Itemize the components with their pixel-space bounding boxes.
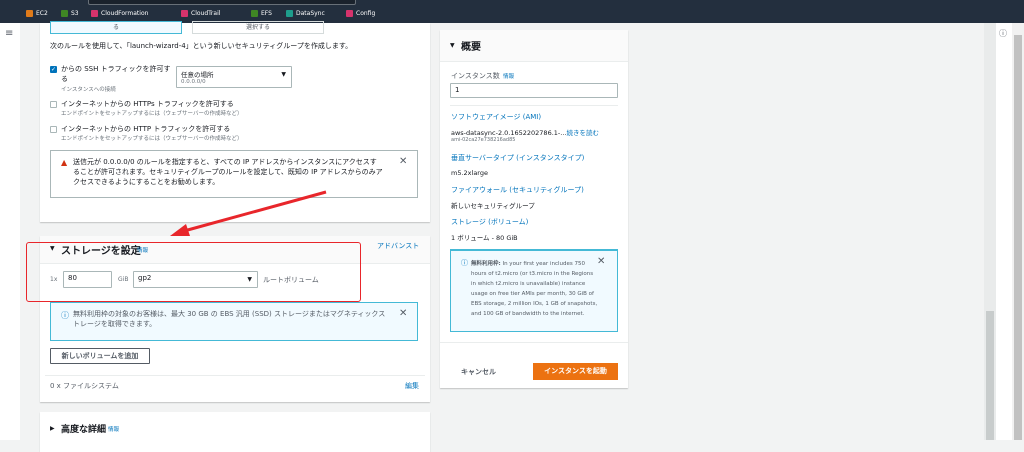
add-volume-button[interactable]: 新しいボリュームを追加 [50, 348, 150, 364]
warning-alert: ▲ 送信元が 0.0.0.0/0 のルールを指定すると、すべての IP アドレス… [50, 150, 418, 198]
bookmark-config[interactable]: Config [346, 10, 375, 17]
bookmark-icon [91, 10, 98, 17]
bookmark-efs[interactable]: EFS [251, 10, 272, 17]
bookmark-label: EC2 [36, 10, 48, 17]
warning-icon: ▲ [61, 158, 68, 167]
rule-description: 次のルールを使用して、「launch-wizard-4」という新しいセキュリティ… [50, 42, 353, 50]
free-tier-body: In your first year includes 750 hours of… [471, 261, 598, 317]
caret-down-icon[interactable]: ▼ [450, 42, 455, 49]
source-cidr: 0.0.0.0/0 [181, 79, 206, 85]
tools-panel: ⓘ [996, 23, 1012, 440]
page-scrollbar[interactable] [984, 23, 996, 440]
top-nav-bar: EC2 S3 CloudFormation CloudTrail EFS DataSync… [0, 0, 1024, 23]
instances-input[interactable]: 1 [450, 83, 618, 98]
storage-value: 1 ボリューム - 80 GiB [451, 234, 518, 242]
bookmark-label: S3 [71, 10, 79, 17]
info-icon: ⓘ [61, 311, 69, 320]
ami-value: aws-datasync-2.0.1652202786.1-... [451, 129, 567, 137]
divider [45, 375, 425, 376]
search-input[interactable] [88, 0, 356, 5]
summary-header: ▼ 概要 [440, 30, 628, 62]
firewall-link[interactable]: ファイアウォール (セキュリティグループ) [451, 185, 584, 195]
launch-instance-button[interactable]: インスタンスを起動 [533, 363, 618, 380]
source-value: 任意の場所 [181, 71, 214, 79]
option-label: る [112, 24, 119, 31]
info-link[interactable]: 情報 [503, 72, 514, 80]
caret-down-icon: ▼ [281, 71, 286, 78]
close-icon[interactable]: ✕ [597, 256, 605, 267]
bookmark-icon [181, 10, 188, 17]
summary-panel: ▼ 概要 インスタンス数 情報 1 ソフトウェアイメージ (AMI) aws-d… [440, 30, 628, 388]
divider [440, 342, 628, 343]
summary-title: 概要 [461, 42, 481, 53]
bookmark-label: Config [356, 10, 376, 17]
option-tile[interactable]: 選択する [192, 21, 324, 34]
bookmark-ec2[interactable]: EC2 [26, 10, 48, 17]
scrollbar-thumb[interactable] [1014, 35, 1022, 440]
https-label: インターネットからの HTTPs トラフィックを許可する [61, 100, 234, 108]
free-tier-storage-notice: ⓘ 無料利用枠の対象のお客様は、最大 30 GB の EBS 汎用 (SSD) … [50, 302, 418, 341]
storage-link[interactable]: ストレージ (ボリューム) [451, 217, 528, 227]
https-sublabel: エンドポイントをセットアップするには（ウェブサーバーの作成時など） [61, 111, 243, 117]
network-settings-card: る 選択する 次のルールを使用して、「launch-wizard-4」という新し… [40, 21, 430, 222]
ssh-source-select[interactable]: 任意の場所 0.0.0.0/0 ▼ [176, 66, 292, 88]
bookmark-cloudformation[interactable]: CloudFormation [91, 10, 148, 17]
advanced-title: 高度な詳細 [61, 425, 107, 435]
instances-value: 1 [455, 86, 460, 94]
ssh-checkbox[interactable]: ✓ [50, 66, 57, 73]
caret-right-icon: ▶ [50, 425, 55, 432]
bookmark-icon [286, 10, 293, 17]
instances-label: インスタンス数 [451, 72, 500, 80]
https-checkbox[interactable] [50, 101, 57, 108]
highlight-box [26, 242, 361, 302]
warning-text: 送信元が 0.0.0.0/0 のルールを指定すると、すべての IP アドレスから… [73, 158, 383, 186]
instance-type-value: m5.2xlarge [451, 169, 488, 177]
bookmark-icon [61, 10, 68, 17]
http-checkbox[interactable] [50, 126, 57, 133]
edit-link[interactable]: 編集 [405, 381, 419, 391]
ami-link[interactable]: ソフトウェアイメージ (AMI) [451, 112, 541, 122]
cancel-button[interactable]: キャンセル [461, 367, 496, 377]
free-tier-notice: ⓘ 無料利用枠: In your first year includes 750… [450, 250, 618, 332]
bookmark-label: DataSync [296, 10, 325, 17]
browser-scrollbar[interactable] [1012, 23, 1024, 440]
bookmark-label: EFS [261, 10, 272, 17]
hamburger-menu-icon[interactable]: ≡ [5, 28, 13, 39]
bookmark-cloudtrail[interactable]: CloudTrail [181, 10, 220, 17]
advanced-details-card[interactable]: ▶ 高度な詳細 情報 [40, 412, 430, 452]
bookmark-icon [251, 10, 258, 17]
ssh-label: からの SSH トラフィックを許可する [61, 65, 171, 83]
close-icon[interactable]: ✕ [399, 156, 407, 167]
advanced-link[interactable]: アドバンスト [377, 241, 419, 251]
free-tier-title: 無料利用枠: [471, 261, 501, 267]
http-label: インターネットからの HTTP トラフィックを許可する [61, 125, 231, 133]
bookmark-icon [346, 10, 353, 17]
free-tier-text: 無料利用枠: In your first year includes 750 h… [471, 259, 599, 319]
sidebar: ≡ [0, 23, 20, 440]
option-tile-selected[interactable]: る [50, 21, 182, 34]
info-link[interactable]: 情報 [108, 425, 119, 433]
close-icon[interactable]: ✕ [399, 308, 407, 319]
bookmark-datasync[interactable]: DataSync [286, 10, 325, 17]
firewall-value: 新しいセキュリティグループ [451, 202, 535, 210]
bookmark-label: CloudTrail [191, 10, 221, 17]
notice-text: 無料利用枠の対象のお客様は、最大 30 GB の EBS 汎用 (SSD) スト… [73, 310, 386, 328]
ami-name: aws-datasync-2.0.1652202786.1-...続きを読む [451, 127, 599, 137]
info-panel-icon[interactable]: ⓘ [999, 28, 1007, 39]
bookmark-s3[interactable]: S3 [61, 10, 79, 17]
bookmark-icon [26, 10, 33, 17]
scrollbar-thumb[interactable] [986, 311, 994, 440]
ssh-sublabel: インスタンスへの接続 [61, 87, 116, 93]
info-icon: ⓘ [461, 259, 468, 267]
divider [450, 105, 618, 106]
option-label: 選択する [245, 24, 270, 31]
ami-id: ami-02ca27e738216ad85 [451, 137, 516, 143]
instance-type-link[interactable]: 垂直サーバータイプ (インスタンスタイプ) [451, 153, 584, 163]
bookmark-label: CloudFormation [101, 10, 149, 17]
filesystem-count: 0 x ファイルシステム [50, 382, 119, 390]
read-more-link[interactable]: 続きを読む [566, 129, 599, 137]
http-sublabel: エンドポイントをセットアップするには（ウェブサーバーの作成時など） [61, 136, 243, 142]
